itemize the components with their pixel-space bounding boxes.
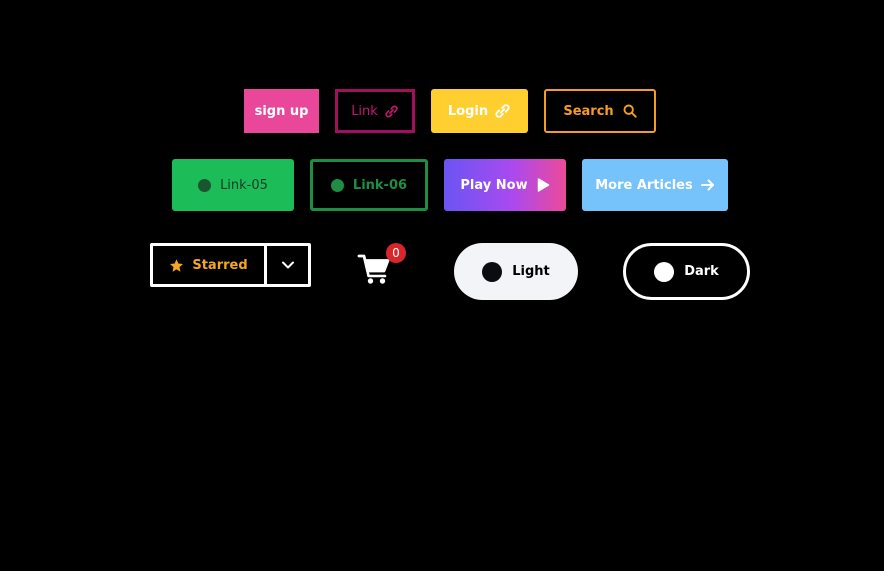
link-label: Link bbox=[351, 103, 378, 119]
circle-icon bbox=[654, 261, 675, 282]
login-button[interactable]: Login bbox=[431, 89, 528, 133]
sign-up-button[interactable]: sign up bbox=[244, 89, 319, 133]
cart-count-badge: 0 bbox=[386, 243, 406, 263]
search-label: Search bbox=[563, 103, 614, 119]
search-button[interactable]: Search bbox=[544, 89, 656, 133]
sign-up-label: sign up bbox=[254, 103, 309, 119]
link-button[interactable]: Link bbox=[335, 89, 415, 133]
starred-split-button: Starred bbox=[150, 243, 311, 287]
button-showcase: sign up Link Login Search Link-05 Link-0… bbox=[0, 0, 884, 571]
dark-theme-button[interactable]: Dark bbox=[623, 243, 750, 300]
play-icon bbox=[537, 178, 550, 192]
more-articles-button[interactable]: More Articles bbox=[582, 159, 728, 211]
more-articles-label: More Articles bbox=[595, 177, 693, 193]
dot-icon bbox=[330, 178, 344, 192]
link-06-button[interactable]: Link-06 bbox=[310, 159, 428, 211]
link-06-label: Link-06 bbox=[352, 177, 408, 193]
light-theme-button[interactable]: Light bbox=[454, 243, 578, 300]
starred-button[interactable]: Starred bbox=[153, 246, 267, 284]
link-icon bbox=[494, 104, 511, 118]
cart-button[interactable]: 0 bbox=[357, 243, 407, 286]
login-label: Login bbox=[447, 103, 489, 119]
link-05-button[interactable]: Link-05 bbox=[172, 159, 294, 211]
link-05-label: Link-05 bbox=[220, 177, 268, 193]
arrow-right-icon bbox=[700, 179, 715, 191]
dark-label: Dark bbox=[684, 264, 719, 279]
starred-dropdown-toggle[interactable] bbox=[267, 246, 308, 284]
dot-icon bbox=[198, 178, 212, 192]
star-icon bbox=[169, 258, 184, 273]
play-now-button[interactable]: Play Now bbox=[444, 159, 566, 211]
chevron-down-icon bbox=[281, 261, 294, 269]
circle-icon bbox=[482, 261, 503, 282]
play-now-label: Play Now bbox=[460, 177, 528, 193]
light-label: Light bbox=[512, 264, 550, 279]
link-icon bbox=[384, 105, 399, 118]
starred-label: Starred bbox=[192, 257, 248, 273]
search-icon bbox=[623, 104, 637, 118]
